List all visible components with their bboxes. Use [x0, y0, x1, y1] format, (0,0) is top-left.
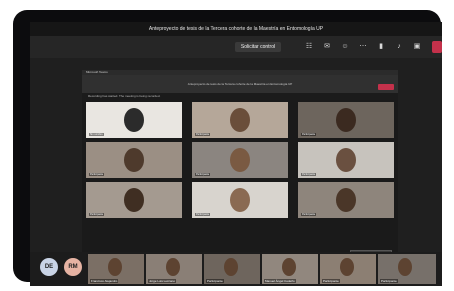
video-tile: Participante — [192, 182, 288, 218]
participant-video[interactable]: Manuel Ángel Cedeño — [262, 254, 318, 284]
shared-meeting-title: Anteproyecto de tesis de la Tercera coho… — [187, 82, 293, 86]
participant-name: Francisco Alejandro — [90, 279, 119, 283]
participant-video[interactable]: Participante — [320, 254, 376, 284]
tile-name: Participante — [301, 173, 317, 176]
tile-name: Participante — [195, 213, 211, 216]
microphone-icon[interactable]: ♪ — [394, 42, 404, 52]
avatar-initials: RM — [68, 264, 78, 270]
video-tile: Participante — [298, 182, 394, 218]
participant-video[interactable]: Francisco Alejandro — [88, 254, 144, 284]
meeting-title: Anteproyecto de tesis de la Tercera coho… — [148, 26, 324, 32]
avatar-initials: DE — [44, 264, 54, 270]
share-tray-icon[interactable]: ▣ — [412, 42, 422, 52]
window-titlebar: Anteproyecto de tesis de la Tercera coho… — [30, 22, 442, 36]
participant-name: Participante — [322, 279, 340, 283]
shared-screen: Microsoft Teams Anteproyecto de tesis de… — [82, 70, 398, 276]
more-options-icon[interactable]: ⋯ — [358, 42, 368, 52]
participant-video[interactable]: Jorge Luis Lezcano — [146, 254, 202, 284]
tile-name: Participante — [89, 213, 105, 216]
video-tile: Participante — [192, 102, 288, 138]
video-tile: Participante — [298, 102, 394, 138]
video-tile: Sin nombre — [86, 102, 182, 138]
participant-name: Participante — [380, 279, 398, 283]
tile-name: Sin nombre — [89, 133, 104, 136]
video-tile: Participante — [298, 142, 394, 178]
tile-name: Participante — [301, 213, 317, 216]
participants-icon[interactable]: ☷ — [304, 42, 314, 52]
video-tile: Participante — [192, 142, 288, 178]
chat-icon[interactable]: ✉ — [322, 42, 332, 52]
avatar[interactable]: RM — [64, 258, 82, 276]
video-tile: Participante — [86, 142, 182, 178]
tile-name: Participante — [195, 173, 211, 176]
leave-button[interactable] — [432, 41, 442, 53]
teams-window: Anteproyecto de tesis de la Tercera coho… — [30, 22, 442, 286]
avatar[interactable]: DE — [40, 258, 58, 276]
participant-strip: DE RM Francisco Alejandro Jorge Luis Lez… — [30, 252, 442, 286]
camera-icon[interactable]: ▮ — [376, 42, 386, 52]
participant-video[interactable]: Participante — [378, 254, 436, 284]
recording-notice: Recording has started. The meeting is be… — [82, 93, 398, 100]
video-tile: Participante — [86, 182, 182, 218]
request-control-button[interactable]: Solicitar control — [235, 42, 281, 52]
meeting-controls-bar: Solicitar control ☷ ✉ ☺ ⋯ ▮ ♪ ▣ — [30, 36, 442, 58]
video-grid: Sin nombre Participante Participante Par… — [82, 100, 398, 276]
tile-name: Participante — [89, 173, 105, 176]
participant-name: Manuel Ángel Cedeño — [264, 279, 296, 283]
tile-name: Participante — [195, 133, 211, 136]
tile-name: Participante — [301, 133, 317, 136]
shared-meeting-bar: Anteproyecto de tesis de la Tercera coho… — [82, 75, 398, 93]
reactions-icon[interactable]: ☺ — [340, 42, 350, 52]
laptop-frame: Anteproyecto de tesis de la Tercera coho… — [13, 10, 442, 286]
participant-video[interactable]: Participante — [204, 254, 260, 284]
participant-name: Participante — [206, 279, 224, 283]
shared-leave-button — [378, 84, 394, 90]
participant-name: Jorge Luis Lezcano — [148, 279, 177, 283]
